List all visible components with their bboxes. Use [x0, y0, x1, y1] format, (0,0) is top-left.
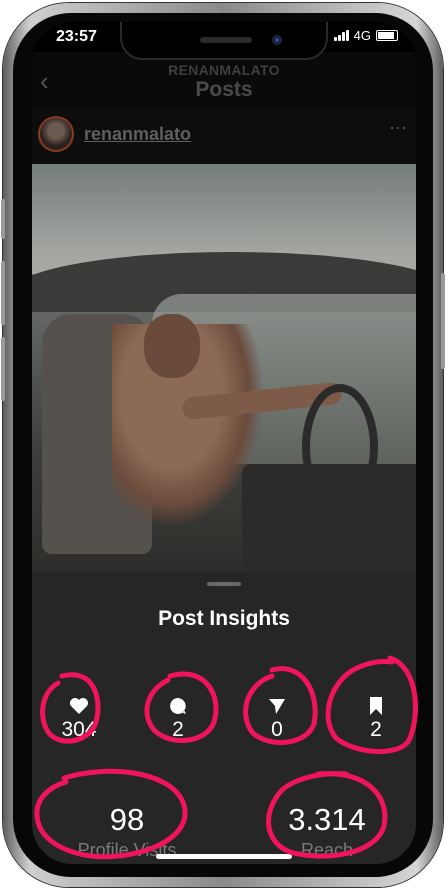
likes-metric: 304	[44, 696, 114, 742]
sheet-title: Post Insights	[158, 607, 290, 630]
comments-count: 2	[172, 718, 184, 741]
front-camera	[272, 35, 282, 45]
volume-down-button	[1, 337, 5, 401]
home-indicator[interactable]	[156, 854, 292, 859]
page-title: Posts	[195, 78, 253, 101]
screen: 23:57 4G ‹ RENANMALATO Posts renanmalato…	[32, 22, 416, 864]
shares-metric: 0	[242, 696, 312, 742]
status-time: 23:57	[56, 28, 97, 45]
post-author-link[interactable]: renanmalato	[84, 124, 191, 145]
likes-count: 304	[61, 718, 97, 741]
battery-icon	[376, 30, 398, 41]
volume-up-button	[1, 261, 5, 325]
signal-icon	[333, 30, 349, 41]
speaker	[200, 37, 252, 43]
nav-header: ‹ RENANMALATO Posts	[32, 52, 416, 108]
notch	[120, 22, 328, 60]
mute-switch	[1, 199, 5, 239]
profile-visits-value: 98	[109, 802, 145, 837]
comments-metric: 2	[143, 696, 213, 742]
power-button	[441, 273, 445, 369]
header-username: RENANMALATO	[168, 62, 280, 78]
shares-count: 0	[271, 718, 283, 741]
saves-metric: 2	[341, 696, 411, 742]
send-icon	[269, 699, 285, 714]
comment-icon	[170, 698, 186, 714]
heart-icon	[70, 698, 88, 714]
insights-sheet: Post Insights 304 2 0 2 98 Profile Visit…	[32, 572, 416, 864]
avatar[interactable]	[38, 116, 74, 152]
profile-visits-metric: 98 Profile Visits	[52, 802, 202, 861]
status-indicators: 4G	[333, 28, 398, 43]
post-header: renanmalato ⋯	[32, 108, 416, 164]
more-options-icon[interactable]: ⋯	[389, 118, 408, 139]
saves-count: 2	[370, 718, 382, 741]
network-label: 4G	[353, 28, 371, 43]
post-image[interactable]	[32, 164, 416, 572]
reach-value: 3.314	[288, 802, 366, 837]
bookmark-icon	[370, 697, 382, 715]
sheet-drag-handle[interactable]	[207, 582, 241, 586]
reach-metric: 3.314 Reach	[252, 802, 402, 861]
